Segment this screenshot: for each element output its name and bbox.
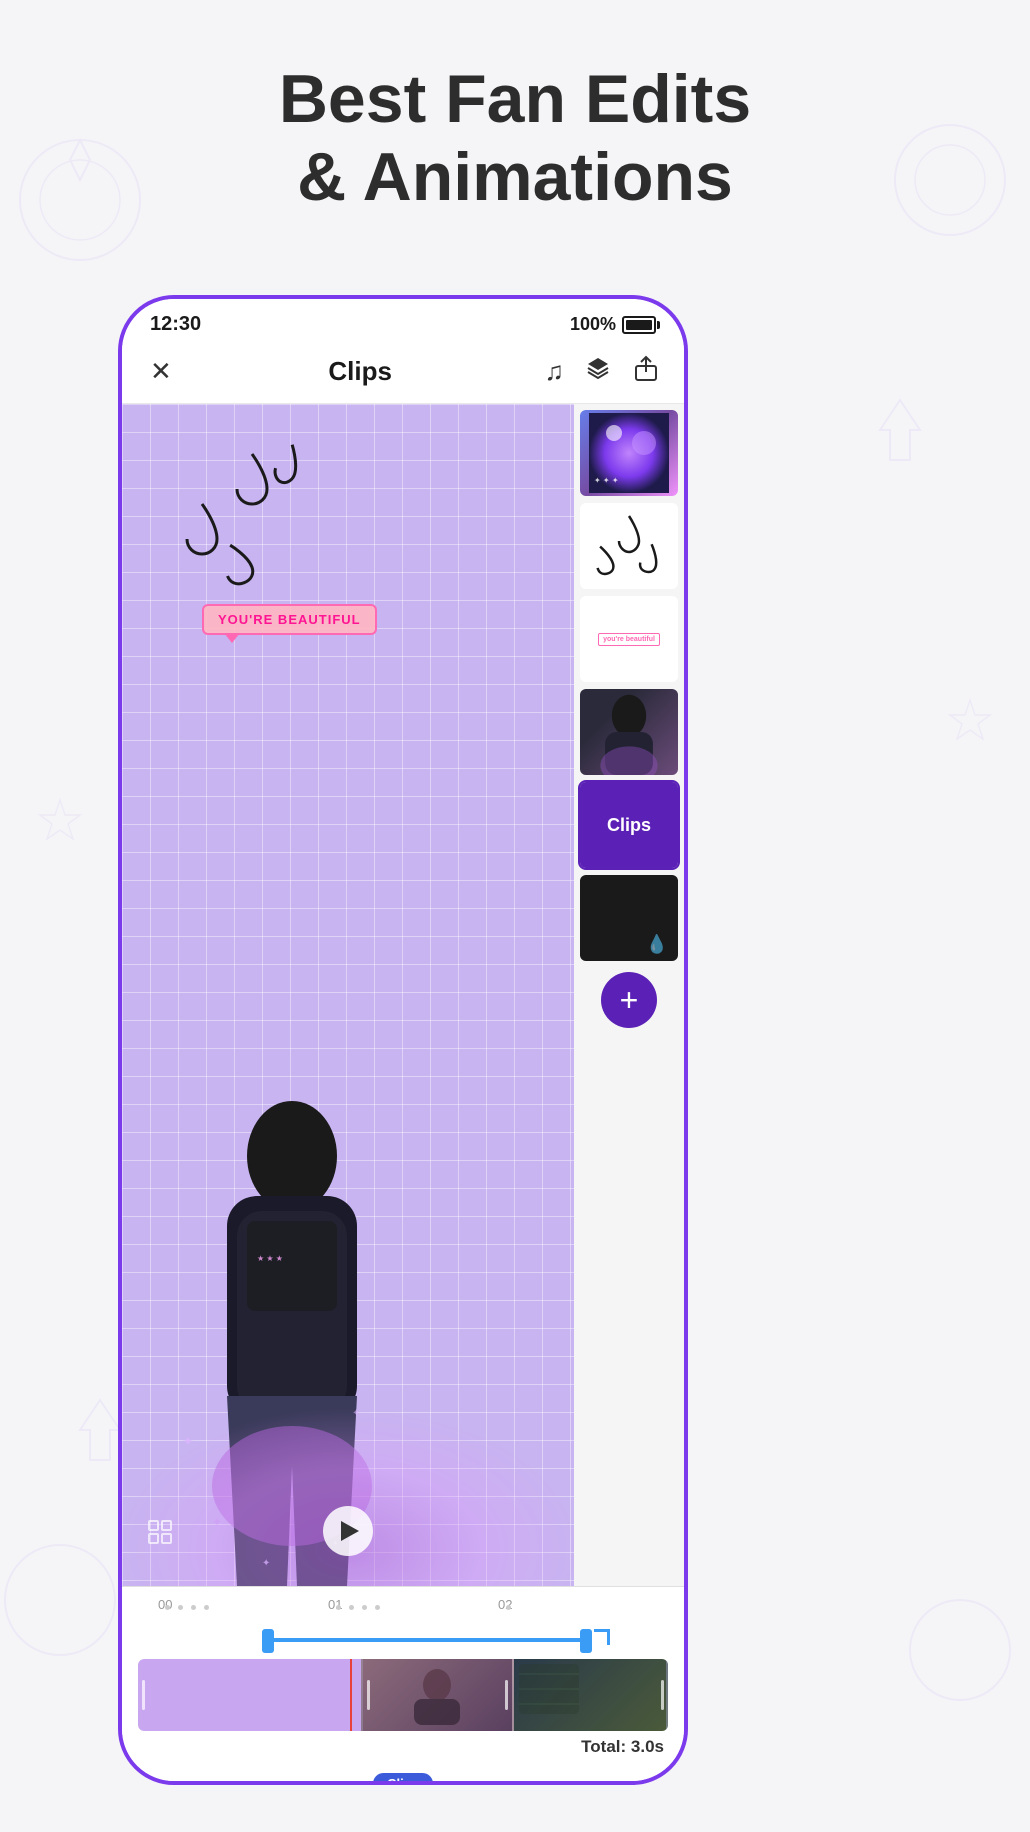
clips-active-badge: Clips [373,1773,433,1785]
clips-active-badge-area: Clips [122,1767,684,1785]
clip-thumb-galaxy[interactable]: ✦ ✦ ✦ [578,408,680,498]
status-time: 12:30 [150,313,201,336]
add-clip-button[interactable]: + [601,972,657,1028]
track-segment-purple[interactable] [138,1659,361,1731]
expand-icon[interactable] [146,1518,174,1552]
header-title: Best Fan Edits & Animations [0,60,1030,216]
close-button[interactable]: ✕ [146,352,176,391]
track-handle-right-2 [661,1680,664,1710]
trim-handle-right[interactable] [580,1629,592,1653]
track-segment-photo1[interactable] [361,1659,515,1731]
track-segment-photo2[interactable] [514,1659,668,1731]
clips-thumb-label: Clips [607,815,651,836]
top-icons: ♫ [545,354,661,389]
play-triangle-icon [341,1521,359,1541]
clips-sidebar: ✦ ✦ ✦ you're beautiful [574,404,684,1586]
share-icon[interactable] [632,354,660,389]
bottom-section: Clips Animate [122,1767,684,1785]
battery-icon [622,316,656,334]
svg-text:★ ★ ★: ★ ★ ★ [257,1254,283,1263]
phone-frame: 12:30 100% ✕ Clips ♫ [118,295,688,1785]
trim-bar [268,1638,588,1642]
person-area: ★ ★ ★ ✦ ✦ ✦ ✦ ✦ [122,640,574,1586]
main-content: YOU'RE BEAUTIFUL ★ ★ ★ ✦ [122,404,684,1586]
top-title: Clips [176,356,545,387]
timeline-area: 00 01 02 [122,1586,684,1767]
galaxy-effect [122,1406,574,1586]
header-section: Best Fan Edits & Animations [0,60,1030,216]
timeline-track [138,1659,668,1731]
playhead [350,1659,352,1731]
track-handle-right [505,1680,508,1710]
play-button[interactable] [323,1506,373,1556]
battery-percent: 100% [570,314,616,335]
trim-zone [138,1625,668,1655]
clip-thumb-doodles[interactable] [578,501,680,591]
status-bar: 12:30 100% [122,299,684,344]
text-sticker: YOU'RE BEAUTIFUL [202,604,377,635]
total-time: Total: 3.0s [138,1737,668,1757]
status-right: 100% [570,314,656,335]
top-navigation-bar: ✕ Clips ♫ [122,344,684,404]
music-icon[interactable]: ♫ [545,356,565,387]
track-handle-left [367,1680,370,1710]
layers-icon[interactable] [584,354,612,389]
drop-icon: 💧 [646,934,668,955]
clip-thumb-text[interactable]: you're beautiful [578,594,680,684]
timeline-ruler: 00 01 02 [138,1597,668,1621]
battery-fill [626,320,652,330]
track-handle-left-2 [142,1680,145,1710]
trim-handle-left[interactable] [262,1629,274,1653]
clip-thumb-clips-active[interactable]: Clips [578,780,680,870]
doodles-overlay [142,434,362,614]
svg-text:✦ ✦ ✦: ✦ ✦ ✦ [594,476,619,485]
clip-thumb-person[interactable] [578,687,680,777]
clip-thumb-black[interactable]: 💧 [578,873,680,963]
preview-area: YOU'RE BEAUTIFUL ★ ★ ★ ✦ [122,404,574,1586]
trim-corner-icon [594,1629,610,1645]
